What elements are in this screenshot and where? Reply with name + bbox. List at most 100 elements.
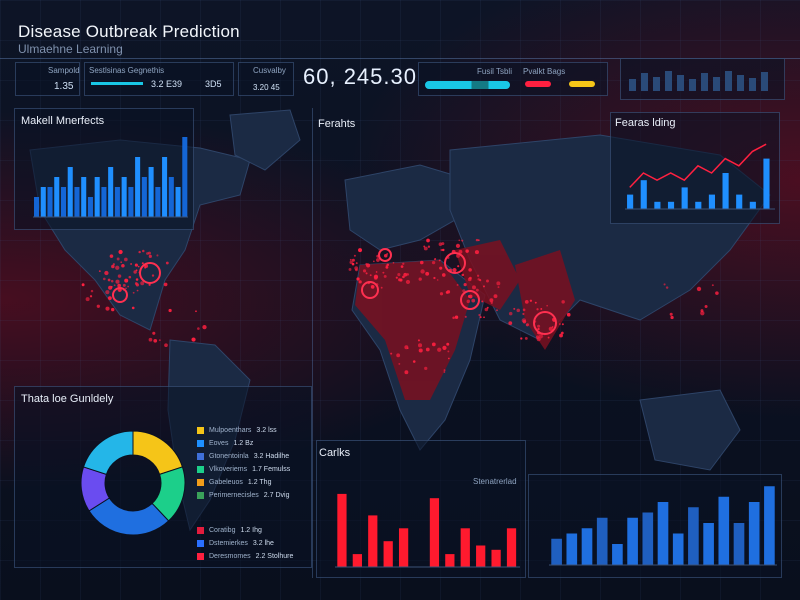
bar — [749, 201, 756, 209]
stat-card-3[interactable]: Cusvalby 3.20 45 — [238, 62, 294, 96]
trend-line — [629, 143, 767, 188]
hotspot-dot — [151, 274, 155, 277]
hotspot-dot — [455, 243, 461, 248]
bar — [135, 157, 141, 217]
dashboard: Disease Outbreak Prediction Ulmaehne Lea… — [0, 0, 800, 600]
hotspot-dot — [165, 261, 169, 265]
bar — [182, 137, 188, 217]
hotspot-dot — [464, 315, 467, 318]
legend-label: Perimernecisles — [209, 492, 259, 499]
blue-bar-chart — [549, 486, 777, 566]
bar — [101, 187, 107, 217]
hotspot-dot — [191, 337, 196, 342]
hotspot-dot — [356, 277, 360, 281]
hotspot-dot — [467, 294, 471, 298]
progress-label: Fusil Tsbli — [477, 67, 512, 76]
hotspot-dot — [417, 339, 420, 342]
panel-title: Carlks — [319, 447, 351, 459]
panel-bottom-right[interactable] — [528, 474, 782, 578]
bar — [642, 512, 654, 565]
bar — [627, 517, 638, 565]
hotspot-dot — [402, 275, 405, 279]
panel-donut[interactable]: Thata loe Gunldely Mulpoenthars 3.2 lss Eo… — [14, 386, 312, 568]
stat-card-2[interactable]: Sestlsinas Gegnethis 3.2 E39 3D5 — [84, 62, 234, 96]
hotspot-dot — [358, 248, 363, 253]
legend-value: 1.2 Thg — [247, 479, 272, 486]
hotspot-dot — [442, 345, 447, 350]
hotspot-dot — [386, 263, 390, 267]
hotspot-dot — [120, 261, 123, 264]
legend-swatch — [197, 427, 204, 434]
hotspot-dot — [436, 279, 439, 281]
stat-value: 3.2 E39 — [151, 79, 183, 89]
bar — [491, 549, 501, 567]
hotspot-dot — [164, 343, 168, 348]
bar-chart-top-left — [33, 137, 188, 218]
progress-track — [425, 81, 510, 89]
legend-swatch — [197, 440, 204, 447]
hotspot-dot — [137, 265, 140, 268]
hotspot-dot — [461, 239, 464, 242]
hotspot-dot — [440, 248, 443, 252]
bar — [748, 502, 760, 565]
bar — [722, 173, 729, 209]
panel-bottom-mid[interactable]: Carlks Stenatrerlad — [316, 440, 526, 578]
legend-value: 1.7 Femulss — [252, 466, 291, 473]
bar — [566, 533, 578, 565]
hotspot-dot — [135, 283, 139, 287]
hotspot-dot — [427, 245, 431, 248]
bar — [708, 194, 715, 209]
hotspot-dot — [535, 335, 540, 339]
hotspot-dot — [353, 254, 356, 257]
bar — [87, 197, 93, 217]
hotspot-dot — [546, 304, 549, 307]
hotspot-dot — [396, 353, 401, 358]
hotspot-dot — [443, 369, 446, 372]
hotspot-dot — [107, 278, 111, 282]
progress-card[interactable]: Fusil Tsbli Pvalkt Bags — [418, 62, 608, 96]
hotspot-dot — [163, 282, 168, 287]
hotspot-dot — [144, 266, 147, 269]
legend-item: Vlkoveriems 1.7 Femulss — [197, 466, 290, 473]
legend-item: Perimernecisles 2.7 Dvig — [197, 492, 289, 499]
hotspot-dot — [156, 254, 159, 257]
hotspot-dot — [537, 327, 540, 331]
bar — [581, 528, 593, 565]
hotspot-dot — [90, 289, 94, 293]
legend-label: Mulpoenthars — [209, 427, 252, 434]
hotspot-dot — [496, 281, 501, 286]
bar — [596, 517, 608, 565]
hotspot-dot — [665, 286, 669, 289]
bar — [54, 177, 60, 217]
panel-title: Fearas lding — [615, 117, 676, 129]
hotspot-dot — [438, 259, 441, 262]
bar — [168, 177, 174, 217]
hotspot-dot — [127, 285, 130, 288]
hotspot-dot — [431, 260, 436, 265]
hotspot-dot — [670, 315, 674, 320]
top-mini-chart-panel[interactable] — [620, 58, 785, 100]
bar — [368, 515, 378, 567]
hotspot-dot — [547, 336, 550, 339]
panel-top-right[interactable]: Fearas lding — [610, 112, 780, 224]
hotspot-dot — [351, 258, 355, 262]
map-title: Ferahts — [318, 118, 356, 130]
hotspot-dot — [117, 274, 122, 278]
hotspot-dot — [141, 262, 144, 265]
hotspot-dot — [152, 331, 156, 335]
bar — [506, 528, 517, 567]
hotspot-dot — [400, 265, 404, 268]
bar — [429, 498, 440, 567]
legend-swatch — [197, 540, 204, 547]
hotspot-dot — [420, 269, 425, 274]
bar — [148, 167, 154, 217]
bar — [175, 187, 181, 217]
hotspot-dot — [497, 286, 500, 289]
hotspot-dot — [132, 291, 135, 294]
hotspot-dot — [437, 347, 442, 352]
bar — [627, 194, 634, 209]
hotspot-dot — [148, 283, 151, 286]
stat-card-1[interactable]: Sampold 1.35 — [15, 62, 80, 96]
hotspot-dot — [105, 290, 110, 295]
panel-top-left[interactable]: Makell Mnerfects — [14, 108, 194, 230]
